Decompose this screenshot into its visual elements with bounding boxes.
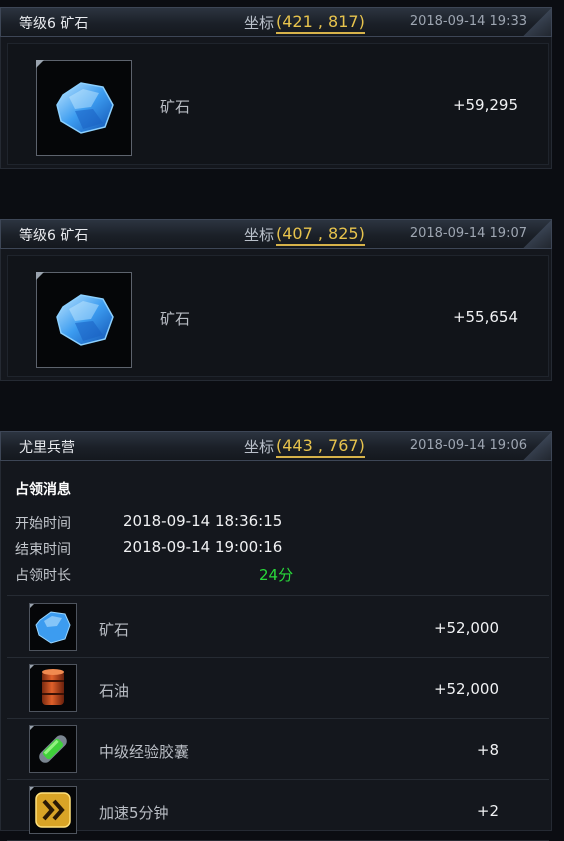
blue-crystal-icon bbox=[36, 60, 132, 156]
reward-row: 矿石 +55,654 bbox=[7, 255, 549, 377]
timestamp: 2018-09-14 19:06 bbox=[409, 438, 527, 453]
timestamp: 2018-09-14 19:07 bbox=[409, 226, 527, 241]
item-name: 矿石 bbox=[99, 621, 130, 639]
item-name: 中级经验胶囊 bbox=[99, 743, 190, 761]
item-name: 加速5分钟 bbox=[99, 804, 169, 822]
list-item: 石油 +52,000 bbox=[7, 658, 549, 719]
item-amount: +2 bbox=[476, 802, 499, 820]
card-title: 等级6 矿石 bbox=[19, 228, 89, 244]
item-name: 石油 bbox=[99, 682, 130, 700]
item-amount: +8 bbox=[476, 741, 499, 759]
reward-panel: 矿石 +59,295 bbox=[0, 37, 552, 169]
report-card-2[interactable]: 等级6 矿石 坐标 (407 , 825) 2018-09-14 19:07 矿… bbox=[0, 219, 552, 381]
start-time-label: 开始时间 bbox=[15, 516, 71, 532]
list-item: 中级经验胶囊 +8 bbox=[7, 719, 549, 780]
coord-label: 坐标 bbox=[244, 14, 275, 32]
item-name: 矿石 bbox=[160, 98, 191, 116]
coord-label: 坐标 bbox=[244, 438, 275, 456]
coord-link[interactable]: (407 , 825) bbox=[276, 224, 365, 246]
duration-label: 占领时长 bbox=[15, 568, 71, 584]
reward-row: 矿石 +59,295 bbox=[7, 43, 549, 165]
speedup-arrow-icon bbox=[29, 786, 77, 834]
occupy-panel: 占领消息 开始时间 2018-09-14 18:36:15 结束时间 2018-… bbox=[0, 461, 552, 841]
item-amount: +55,654 bbox=[452, 308, 518, 326]
list-item: 矿石 +52,000 bbox=[7, 597, 549, 658]
item-amount: +52,000 bbox=[433, 619, 499, 637]
card-header: 等级6 矿石 坐标 (421 , 817) 2018-09-14 19:33 bbox=[0, 7, 552, 37]
report-card-1[interactable]: 等级6 矿石 坐标 (421 , 817) 2018-09-14 19:33 矿… bbox=[0, 7, 552, 169]
reward-panel: 矿石 +55,654 bbox=[0, 249, 552, 381]
end-time-label: 结束时间 bbox=[15, 542, 71, 558]
occupy-report-card[interactable]: 尤里兵营 坐标 (443 , 767) 2018-09-14 19:06 占领消… bbox=[0, 431, 552, 841]
section-title: 占领消息 bbox=[15, 482, 71, 498]
card-header: 等级6 矿石 坐标 (407 , 825) 2018-09-14 19:07 bbox=[0, 219, 552, 249]
oil-barrel-icon bbox=[29, 664, 77, 712]
card-title: 等级6 矿石 bbox=[19, 16, 89, 32]
blue-crystal-icon bbox=[36, 272, 132, 368]
card-title: 尤里兵营 bbox=[19, 440, 75, 456]
item-name: 矿石 bbox=[160, 310, 191, 328]
list-item: 加速5分钟 +2 bbox=[7, 780, 549, 841]
coord-label: 坐标 bbox=[244, 226, 275, 244]
item-amount: +59,295 bbox=[452, 96, 518, 114]
timestamp: 2018-09-14 19:33 bbox=[409, 14, 527, 29]
item-amount: +52,000 bbox=[433, 680, 499, 698]
start-time-value: 2018-09-14 18:36:15 bbox=[123, 512, 283, 530]
coord-link[interactable]: (443 , 767) bbox=[276, 436, 365, 458]
duration-value: 24分 bbox=[259, 566, 294, 584]
card-header: 尤里兵营 坐标 (443 , 767) 2018-09-14 19:06 bbox=[0, 431, 552, 461]
end-time-value: 2018-09-14 19:00:16 bbox=[123, 538, 283, 556]
blue-crystal-icon bbox=[29, 603, 77, 651]
coord-link[interactable]: (421 , 817) bbox=[276, 12, 365, 34]
green-capsule-icon bbox=[29, 725, 77, 773]
